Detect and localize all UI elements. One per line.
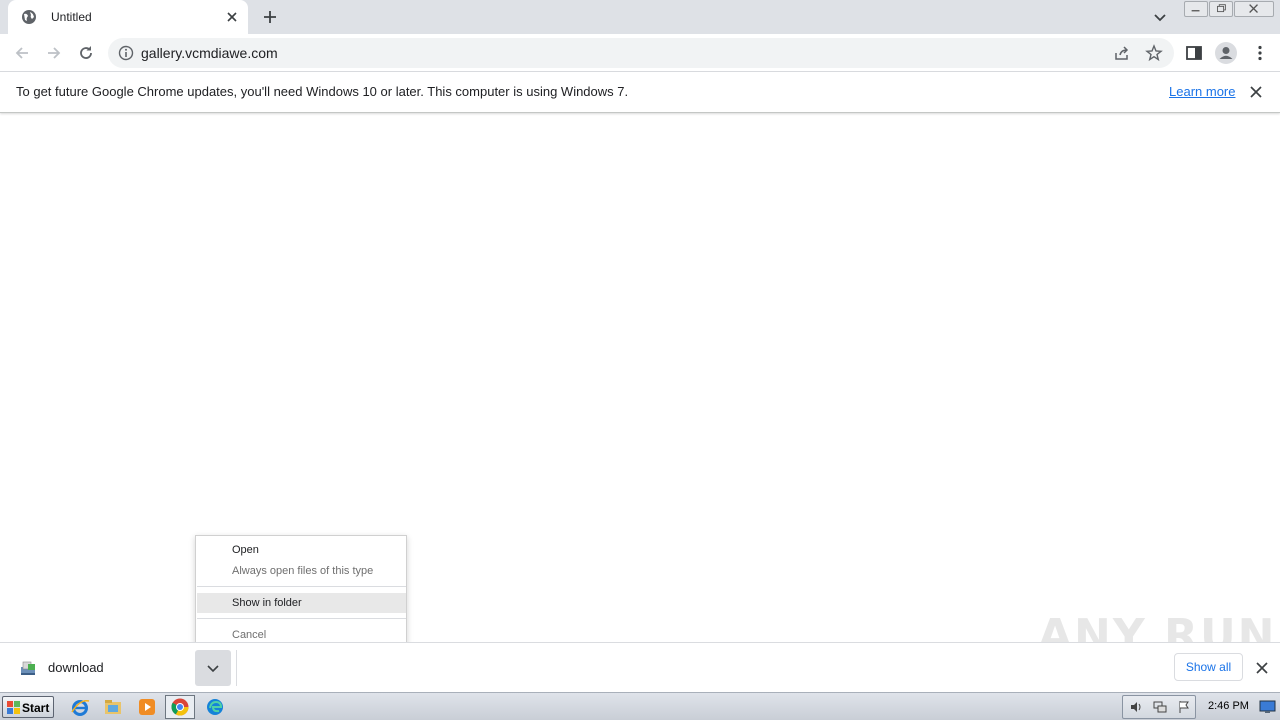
globe-icon [22,10,36,24]
chevron-down-icon[interactable] [1152,9,1168,25]
start-button[interactable]: Start [2,696,54,718]
tab-strip: Untitled [0,0,1280,34]
menu-separator [197,586,406,587]
close-icon [1249,4,1258,13]
address-bar[interactable]: gallery.vcmdiawe.com [108,38,1174,68]
profile-avatar-icon[interactable] [1215,42,1237,64]
action-center-flag-icon[interactable] [1177,700,1191,714]
windows-logo-icon [7,701,20,714]
download-options-button[interactable] [195,650,231,686]
internet-explorer-icon[interactable] [70,697,90,717]
media-player-icon[interactable] [137,697,157,717]
side-panel-icon[interactable] [1184,43,1204,63]
close-tab-icon[interactable] [224,9,240,25]
share-icon[interactable] [1113,44,1131,62]
edge-icon[interactable] [205,697,225,717]
forward-icon[interactable] [44,43,64,63]
shelf-divider [236,650,237,686]
download-shelf: download Show all [0,642,1280,692]
tab-untitled[interactable]: Untitled [8,0,248,34]
tab-title: Untitled [51,10,92,24]
explorer-icon[interactable] [103,697,123,717]
chevron-down-icon [207,665,219,673]
system-tray [1122,695,1196,719]
menu-item-open[interactable]: Open [197,540,406,560]
start-label: Start [22,701,50,715]
menu-item-always-open[interactable]: Always open files of this type [197,561,406,581]
url-text[interactable]: gallery.vcmdiawe.com [141,45,278,61]
update-infobar: To get future Google Chrome updates, you… [0,72,1280,113]
installer-file-icon [21,661,35,675]
volume-icon[interactable] [1129,700,1143,714]
taskbar: Start 2:46 PM [0,692,1280,720]
minimize-icon [1191,10,1200,12]
bookmark-star-icon[interactable] [1145,44,1163,62]
back-icon[interactable] [12,43,32,63]
close-window-button[interactable] [1234,1,1274,17]
chrome-icon [171,698,189,716]
network-icon[interactable] [1153,700,1167,714]
download-file-name[interactable]: download [48,660,104,675]
new-tab-icon[interactable] [261,8,279,26]
restore-icon [1217,4,1226,13]
show-desktop-icon[interactable] [1259,699,1276,714]
learn-more-link[interactable]: Learn more [1169,84,1235,99]
download-context-menu: Open Always open files of this type Show… [195,535,407,649]
restore-button[interactable] [1209,1,1233,17]
close-shelf-icon[interactable] [1254,660,1270,676]
menu-separator [197,618,406,619]
info-icon[interactable] [118,45,134,61]
show-all-button[interactable]: Show all [1174,653,1243,681]
reload-icon[interactable] [76,43,96,63]
menu-item-show-in-folder[interactable]: Show in folder [197,593,406,613]
taskbar-clock[interactable]: 2:46 PM [1208,700,1249,712]
toolbar: gallery.vcmdiawe.com [0,34,1280,72]
close-icon[interactable] [1248,84,1264,100]
chrome-taskbar-button[interactable] [165,695,195,719]
infobar-message: To get future Google Chrome updates, you… [16,84,629,99]
menu-dots-icon[interactable] [1250,43,1270,63]
minimize-button[interactable] [1184,1,1208,17]
